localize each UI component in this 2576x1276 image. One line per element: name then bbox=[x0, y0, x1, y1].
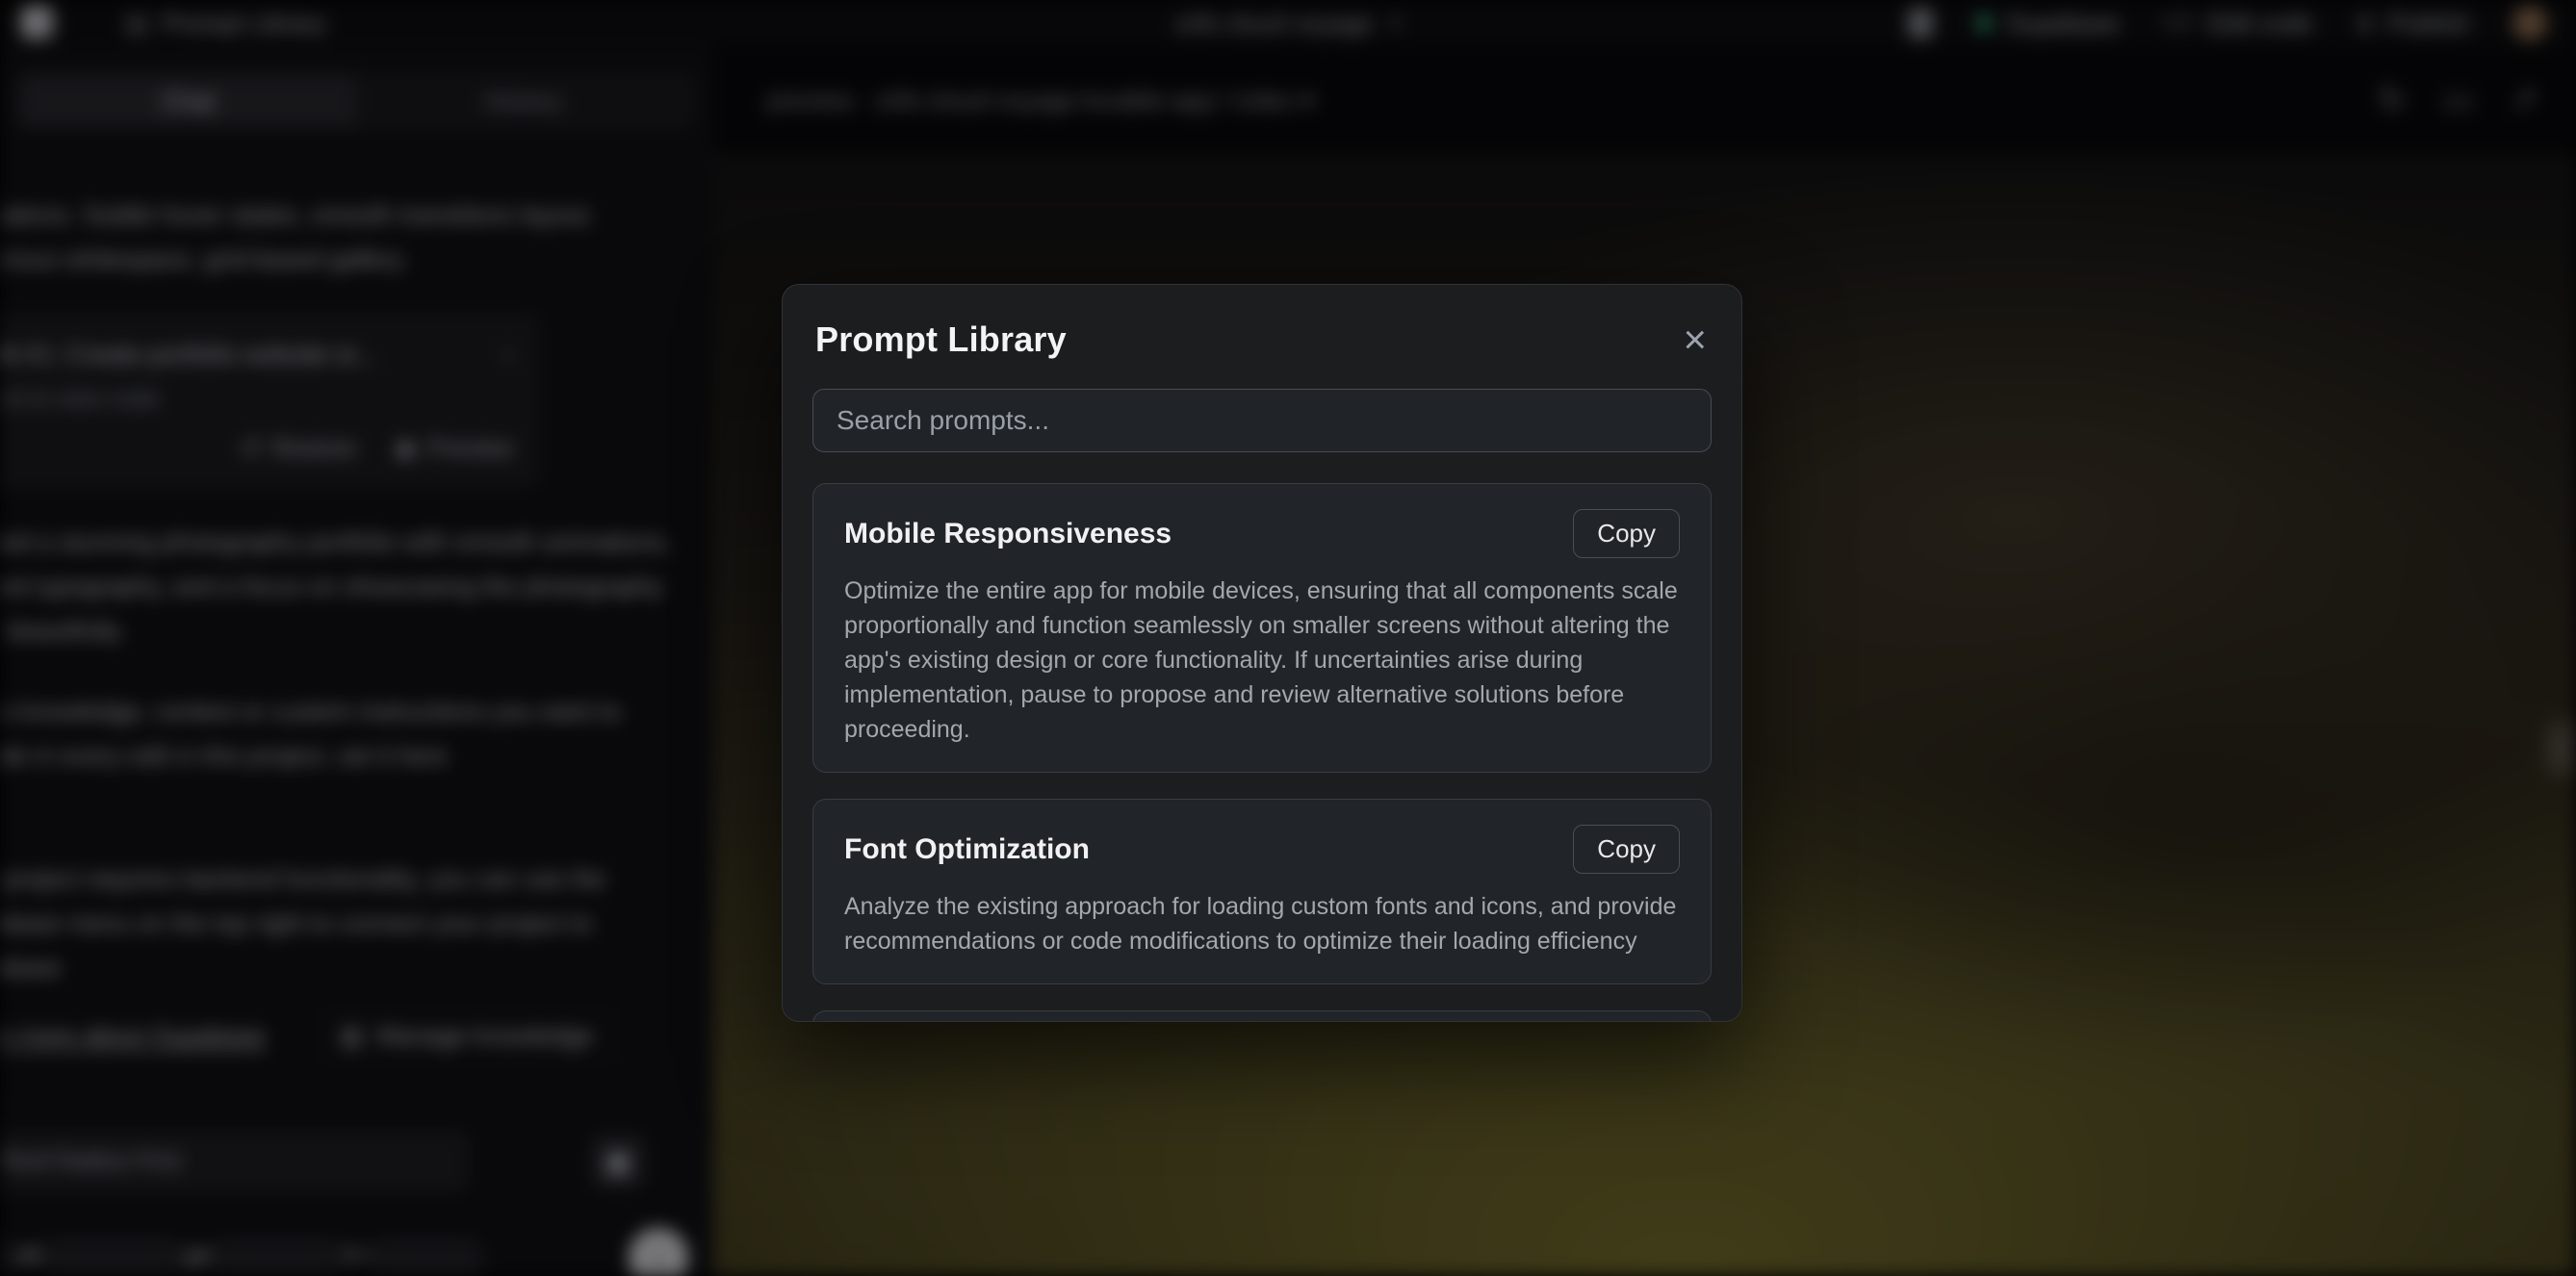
prompt-title: Font Optimization bbox=[844, 833, 1090, 866]
prompt-card: Mobile Responsiveness Copy Optimize the … bbox=[812, 483, 1712, 773]
close-icon[interactable]: × bbox=[1683, 319, 1707, 360]
prompt-list: Mobile Responsiveness Copy Optimize the … bbox=[812, 483, 1712, 1022]
modal-title: Prompt Library bbox=[815, 319, 1067, 360]
prompt-description: Analyze the existing approach for loadin… bbox=[844, 889, 1680, 958]
prompt-card-header: Font Optimization Copy bbox=[844, 825, 1680, 874]
search-box bbox=[812, 389, 1712, 452]
prompt-description: Optimize the entire app for mobile devic… bbox=[844, 574, 1680, 747]
copy-button[interactable]: Copy bbox=[1573, 825, 1680, 874]
modal-header: Prompt Library × bbox=[783, 285, 1741, 389]
prompt-card-header: Mobile Responsiveness Copy bbox=[844, 509, 1680, 558]
prompt-title: Mobile Responsiveness bbox=[844, 518, 1172, 550]
prompt-card-partial[interactable] bbox=[812, 1010, 1712, 1022]
copy-button[interactable]: Copy bbox=[1573, 509, 1680, 558]
prompt-card: Font Optimization Copy Analyze the exist… bbox=[812, 799, 1712, 984]
prompt-library-modal: Prompt Library × Mobile Responsiveness C… bbox=[782, 284, 1742, 1022]
search-input[interactable] bbox=[837, 405, 1687, 436]
